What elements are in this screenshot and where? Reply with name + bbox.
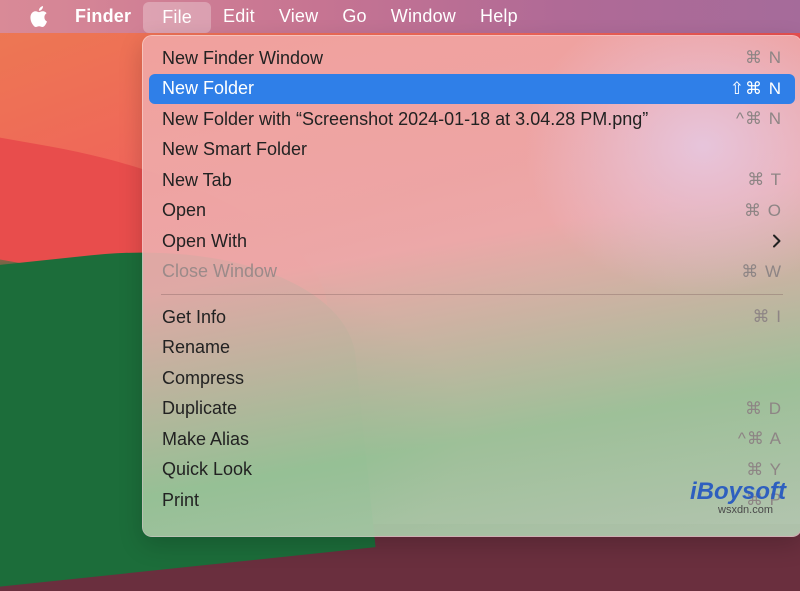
menu-item-shortcut: ⌘ T bbox=[747, 170, 782, 190]
chevron-right-icon bbox=[772, 234, 782, 248]
menu-item-close-window: Close Window ⌘ W bbox=[149, 257, 795, 288]
menu-item-shortcut: ^⌘ A bbox=[737, 429, 782, 449]
menu-item-shortcut: ⌘ D bbox=[745, 398, 782, 418]
menu-item-new-folder[interactable]: New Folder ⇧⌘ N bbox=[149, 73, 795, 104]
menu-item-shortcut: ⌘ W bbox=[741, 261, 782, 281]
menu-item-label: Print bbox=[162, 489, 200, 510]
menu-item-open-with[interactable]: Open With bbox=[149, 226, 795, 257]
menubar-view[interactable]: View bbox=[267, 0, 331, 33]
site-watermark: wsxdn.com bbox=[718, 504, 774, 516]
file-menu-list: New Finder Window ⌘ N New Folder ⇧⌘ N Ne… bbox=[143, 43, 800, 516]
menu-item-label: Rename bbox=[162, 337, 231, 358]
menu-item-new-smart-folder[interactable]: New Smart Folder bbox=[149, 135, 795, 166]
menu-item-shortcut: ⇧⌘ N bbox=[729, 78, 782, 98]
menu-item-shortcut: ⌘ O bbox=[744, 200, 782, 220]
menu-item-label: Compress bbox=[162, 367, 245, 388]
menu-item-label: New Folder bbox=[162, 78, 255, 99]
menu-item-get-info[interactable]: Get Info ⌘ I bbox=[149, 302, 795, 333]
apple-logo-icon[interactable] bbox=[27, 5, 49, 29]
menu-bar: Finder File Edit View Go Window Help bbox=[0, 0, 800, 33]
menu-item-duplicate[interactable]: Duplicate ⌘ D bbox=[149, 394, 795, 425]
menubar-app-finder[interactable]: Finder bbox=[75, 0, 143, 33]
menu-item-label: Open bbox=[162, 200, 207, 221]
menubar-file[interactable]: File bbox=[143, 1, 212, 33]
file-menu-dropdown: New Finder Window ⌘ N New Folder ⇧⌘ N Ne… bbox=[142, 35, 800, 537]
menubar-window[interactable]: Window bbox=[379, 0, 468, 33]
menu-item-shortcut: ⌘ Y bbox=[746, 459, 782, 479]
menu-item-shortcut: ⌘ I bbox=[752, 307, 782, 327]
menu-item-label: Get Info bbox=[162, 306, 227, 327]
menu-separator bbox=[161, 294, 783, 295]
menubar-edit[interactable]: Edit bbox=[211, 0, 267, 33]
menu-item-label: New Finder Window bbox=[162, 47, 324, 68]
menu-item-label: Make Alias bbox=[162, 428, 250, 449]
menu-item-new-finder-window[interactable]: New Finder Window ⌘ N bbox=[149, 43, 795, 74]
menu-item-label: New Smart Folder bbox=[162, 139, 308, 160]
menu-item-make-alias[interactable]: Make Alias ^⌘ A bbox=[149, 424, 795, 455]
menubar-help[interactable]: Help bbox=[468, 0, 530, 33]
menu-item-new-folder-with-selection[interactable]: New Folder with “Screenshot 2024-01-18 a… bbox=[149, 104, 795, 135]
menu-item-label: Duplicate bbox=[162, 398, 238, 419]
menu-item-label: Close Window bbox=[162, 261, 278, 282]
iboysoft-watermark: iBoysoft bbox=[690, 478, 786, 505]
menu-item-label: Open With bbox=[162, 230, 248, 251]
menu-item-new-tab[interactable]: New Tab ⌘ T bbox=[149, 165, 795, 196]
menu-item-open[interactable]: Open ⌘ O bbox=[149, 196, 795, 227]
menu-item-shortcut: ^⌘ N bbox=[736, 109, 782, 129]
menu-item-compress[interactable]: Compress bbox=[149, 363, 795, 394]
menubar-go[interactable]: Go bbox=[330, 0, 378, 33]
menu-item-label: New Tab bbox=[162, 169, 232, 190]
menu-item-label: New Folder with “Screenshot 2024-01-18 a… bbox=[162, 108, 649, 129]
menu-item-label: Quick Look bbox=[162, 459, 253, 480]
menu-item-rename[interactable]: Rename bbox=[149, 333, 795, 364]
menu-item-shortcut: ⌘ N bbox=[745, 48, 782, 68]
